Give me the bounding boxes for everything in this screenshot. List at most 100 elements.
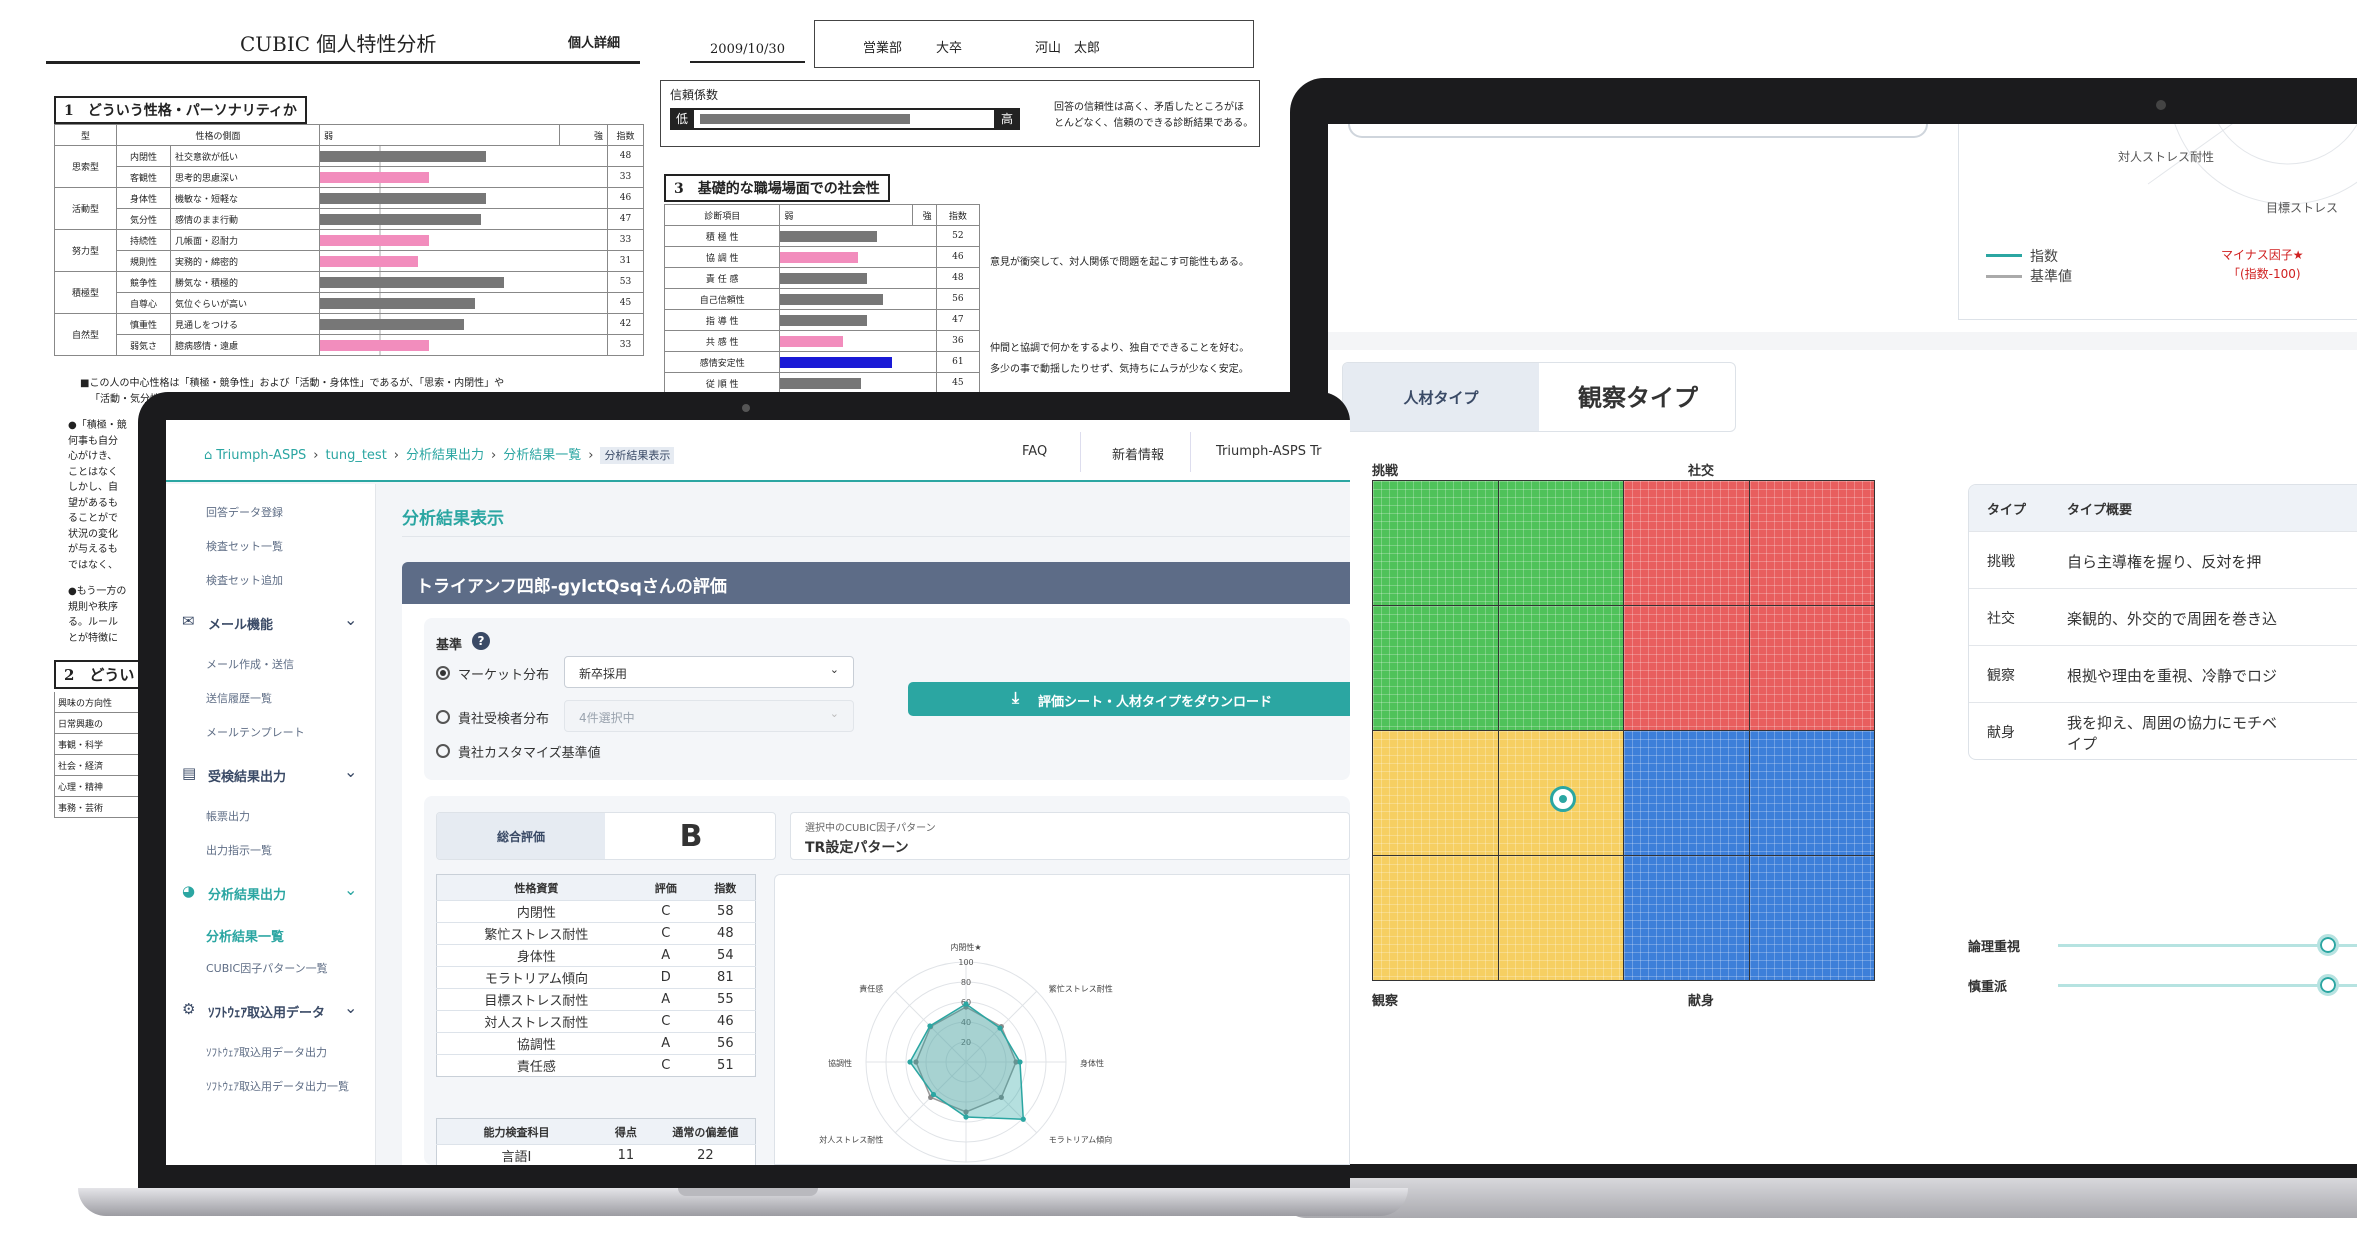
sociability-bar <box>780 293 883 305</box>
slider-thumb[interactable] <box>2317 934 2339 956</box>
side-note-line: ●もう一方の <box>68 586 127 597</box>
ability-row: 言語I 11 22 <box>436 1144 756 1165</box>
breadcrumb-item[interactable]: 分析結果表示 <box>600 447 675 464</box>
chevron-down-icon[interactable]: ⌄ <box>344 762 357 781</box>
personality-row: 規則性 実務的・綿密的 31 <box>55 250 644 272</box>
sidebar-section-header[interactable]: ｿﾌﾄｳｪｱ取込用データ <box>208 1002 325 1021</box>
paper-edu: 大卒 <box>936 41 963 56</box>
type-tab[interactable]: 人材タイプ 観察タイプ <box>1342 362 1736 432</box>
sociability-item: 責 任 感 <box>663 267 781 289</box>
chevron-down-icon: ⌄ <box>829 707 839 720</box>
radar-point <box>1020 1116 1026 1122</box>
sidebar-item[interactable]: 分析結果一覧 <box>206 926 284 945</box>
trait-grade: A <box>635 988 696 1011</box>
type-grid-cell <box>1748 730 1875 856</box>
sociability-item: 協 調 性 <box>663 246 781 268</box>
radio-candidates[interactable] <box>436 710 450 724</box>
side-note-line: 規則や秩序 <box>68 601 118 613</box>
criteria-help-icon[interactable]: ? <box>472 632 490 650</box>
left-screen: ⌂ Triumph-ASPS › tung_test › 分析結果出力 › 分析結果一覧 › 分析… <box>166 420 1350 1165</box>
trait-name: 繁忙ストレス耐性 <box>436 922 636 945</box>
radio-custom[interactable] <box>436 744 450 758</box>
right-laptop-base <box>1280 1178 2357 1218</box>
type-grid-cell <box>1748 480 1875 606</box>
personality-index: 33 <box>607 166 644 188</box>
personality-aspect: 気分性 <box>116 208 171 230</box>
sociability-bar <box>780 230 877 242</box>
trait-index: 81 <box>695 966 756 989</box>
personality-desc: 几帳面・忍耐力 <box>170 229 320 251</box>
chevron-down-icon[interactable]: ⌄ <box>344 880 357 899</box>
side-note-line: ることがで <box>68 513 118 524</box>
trait-grade: C <box>635 900 696 923</box>
sidebar-item[interactable]: 帳票出力 <box>206 808 250 824</box>
sidebar-item[interactable]: ｿﾌﾄｳｪｱ取込用データ出力一覧 <box>206 1078 349 1094</box>
sidebar-section-header[interactable]: メール機能 <box>208 614 273 633</box>
sidebar-section-header[interactable]: 分析結果出力 <box>208 884 286 903</box>
type-name: 観察 <box>1987 668 2015 684</box>
personality-index: 47 <box>607 208 644 230</box>
reliability-low: 低 <box>670 108 694 130</box>
breadcrumb-item[interactable]: 分析結果一覧 <box>503 448 581 463</box>
personality-bar <box>320 339 430 351</box>
radar-label: モラトリアム傾向 <box>1049 1135 1112 1145</box>
type-grid-cell <box>1497 605 1624 731</box>
sidebar-item[interactable]: 検査セット追加 <box>206 572 283 588</box>
trait-name: 内閉性 <box>436 900 636 923</box>
sociability-item: 感情安定性 <box>663 351 781 373</box>
personality-bar-cell <box>319 166 608 188</box>
sidebar-item[interactable]: 検査セット一覧 <box>206 538 283 554</box>
sidebar-item[interactable]: 送信履歴一覧 <box>206 690 272 706</box>
personality-aspect: 持続性 <box>116 229 171 251</box>
top-card-fragment <box>1348 124 1928 138</box>
breadcrumb-item[interactable]: 分析結果出力 <box>406 448 484 463</box>
legend-index: 指数 <box>2030 249 2058 265</box>
breadcrumb-item[interactable]: Triumph-ASPS <box>216 448 306 463</box>
sidebar-item[interactable]: ｿﾌﾄｳｪｱ取込用データ出力 <box>206 1044 327 1060</box>
sociability-row: 共 感 性 36 <box>663 330 981 352</box>
sidebar-item[interactable]: 出力指示一覧 <box>206 842 272 858</box>
radio-candidates-label: 貴社受検者分布 <box>458 712 550 727</box>
type-desc: 根拠や理由を重視、冷静でロジ <box>2067 667 2278 685</box>
sociability-row: 自己信頼性 56 <box>663 288 981 310</box>
chevron-down-icon[interactable]: ⌄ <box>344 610 357 629</box>
select-candidates-value: 4件選択中 <box>579 711 635 725</box>
slider-track[interactable] <box>2058 944 2357 947</box>
chevron-down-icon[interactable]: ⌄ <box>344 998 357 1017</box>
slider-thumb[interactable] <box>2317 974 2339 996</box>
col-type: 型 <box>54 124 117 146</box>
sociability-row: 指 導 性 47 <box>663 309 981 331</box>
type-grid-cell <box>1497 480 1624 606</box>
title-underline <box>402 536 1350 537</box>
select-candidates[interactable]: 4件選択中 ⌄ <box>564 700 854 732</box>
sidebar-item[interactable]: 回答データ登録 <box>206 504 283 520</box>
sidebar-item[interactable]: CUBIC因子パターン一覧 <box>206 960 328 976</box>
radio-market[interactable] <box>436 666 450 680</box>
nav-account[interactable]: Triumph-ASPS Tr <box>1216 444 1322 459</box>
personality-bar <box>320 213 481 225</box>
slider-track[interactable] <box>2058 984 2357 987</box>
legend-base: 基準値 <box>2030 269 2072 285</box>
nav-news[interactable]: 新着情報 <box>1112 444 1164 463</box>
sidebar-section-header[interactable]: 受検結果出力 <box>208 766 286 785</box>
download-button[interactable]: ⤓ 評価シート・人材タイプをダウンロード <box>908 682 1350 716</box>
paper-dept: 営業部 <box>863 41 903 56</box>
radar-label: 繁忙ストレス耐性 <box>1049 983 1113 993</box>
personality-row: 積極型 競争性 勝気な・積極的 53 <box>54 271 644 314</box>
sidebar-item[interactable]: メールテンプレート <box>206 724 305 740</box>
personality-aspect: 身体性 <box>116 187 171 209</box>
breadcrumb-item[interactable]: tung_test <box>326 448 387 463</box>
trait-index: 46 <box>695 1010 756 1033</box>
ability-subject: 言語I <box>436 1144 596 1165</box>
personality-bar-cell <box>319 187 608 209</box>
ability-table: 能力検査科目 得点 通常の偏差値 言語I 11 22 <box>436 1118 756 1165</box>
sociability-index: 47 <box>935 309 981 331</box>
sidebar-item[interactable]: メール作成・送信 <box>206 656 294 672</box>
interest-row: 日常興趣の <box>54 713 150 734</box>
personality-desc: 気位ぐらいが高い <box>170 292 320 314</box>
personality-row: 客観性 思考的思慮深い 33 <box>55 166 644 188</box>
paper-badge: 個人詳細 <box>568 36 621 51</box>
nav-faq[interactable]: FAQ <box>1022 444 1047 459</box>
select-market[interactable]: 新卒採用 ⌄ <box>564 656 854 688</box>
stress-label: 対人ストレス耐性 <box>2118 150 2215 164</box>
